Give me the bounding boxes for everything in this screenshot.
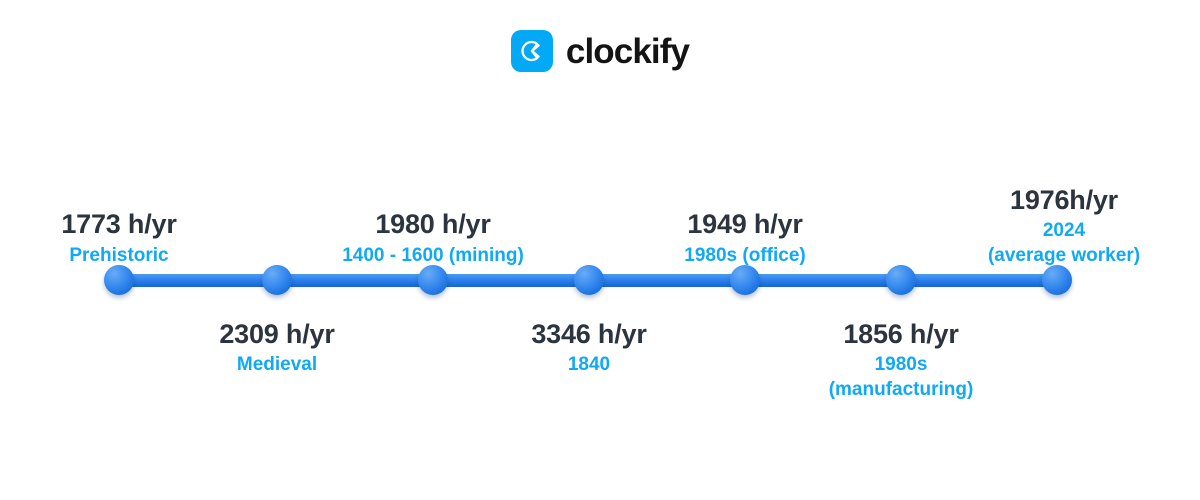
- timeline-caption: Medieval: [219, 353, 334, 377]
- timeline-caption-line: Prehistoric: [69, 244, 169, 266]
- timeline-caption: 1980s (manufacturing): [829, 353, 974, 402]
- timeline-caption-line: 1980s (office): [684, 244, 806, 266]
- timeline-caption-line: (manufacturing): [828, 378, 974, 400]
- timeline-node[interactable]: [886, 265, 916, 295]
- timeline-label: 1773 h/yr Prehistoric: [61, 208, 176, 268]
- timeline-caption: Prehistoric: [61, 244, 176, 268]
- timeline-caption: 1840: [531, 353, 646, 377]
- timeline-node[interactable]: [418, 265, 448, 295]
- timeline-label: 3346 h/yr 1840: [531, 318, 646, 378]
- timeline-value: 1980 h/yr: [375, 209, 491, 240]
- timeline-caption-line: Medieval: [236, 354, 318, 376]
- timeline: 1773 h/yr Prehistoric 1980 h/yr 1400 - 1…: [0, 0, 1200, 500]
- timeline-node[interactable]: [730, 265, 760, 295]
- timeline-node[interactable]: [104, 265, 134, 295]
- timeline-label: 1949 h/yr 1980s (office): [684, 208, 805, 268]
- timeline-caption-line: (average worker): [987, 244, 1141, 266]
- timeline-value: 3346 h/yr: [531, 319, 647, 349]
- timeline-caption-line: 1400 - 1600 (mining): [342, 244, 524, 266]
- timeline-caption: 1980s (office): [684, 244, 805, 268]
- timeline-label: 2309 h/yr Medieval: [219, 318, 334, 378]
- timeline-value: 1976h/yr: [1010, 184, 1118, 215]
- timeline-caption-line: 2024: [1042, 220, 1086, 242]
- timeline-value: 1773 h/yr: [61, 209, 177, 240]
- timeline-caption-line: 1840: [567, 354, 611, 376]
- timeline-label: 1856 h/yr 1980s (manufacturing): [829, 318, 974, 402]
- timeline-caption: 2024 (average worker): [988, 219, 1140, 268]
- infographic-canvas: clockify 1773 h/yr Prehistoric 1980 h/yr…: [0, 0, 1200, 500]
- timeline-node[interactable]: [1042, 265, 1072, 295]
- timeline-label: 1980 h/yr 1400 - 1600 (mining): [342, 208, 524, 268]
- timeline-caption: 1400 - 1600 (mining): [342, 244, 524, 268]
- timeline-node[interactable]: [262, 265, 292, 295]
- timeline-value: 1856 h/yr: [843, 319, 959, 349]
- timeline-node[interactable]: [574, 265, 604, 295]
- timeline-value: 2309 h/yr: [219, 319, 335, 349]
- timeline-value: 1949 h/yr: [687, 209, 803, 240]
- timeline-label: 1976h/yr 2024 (average worker): [988, 184, 1140, 268]
- timeline-caption-line: 1980s: [874, 354, 928, 376]
